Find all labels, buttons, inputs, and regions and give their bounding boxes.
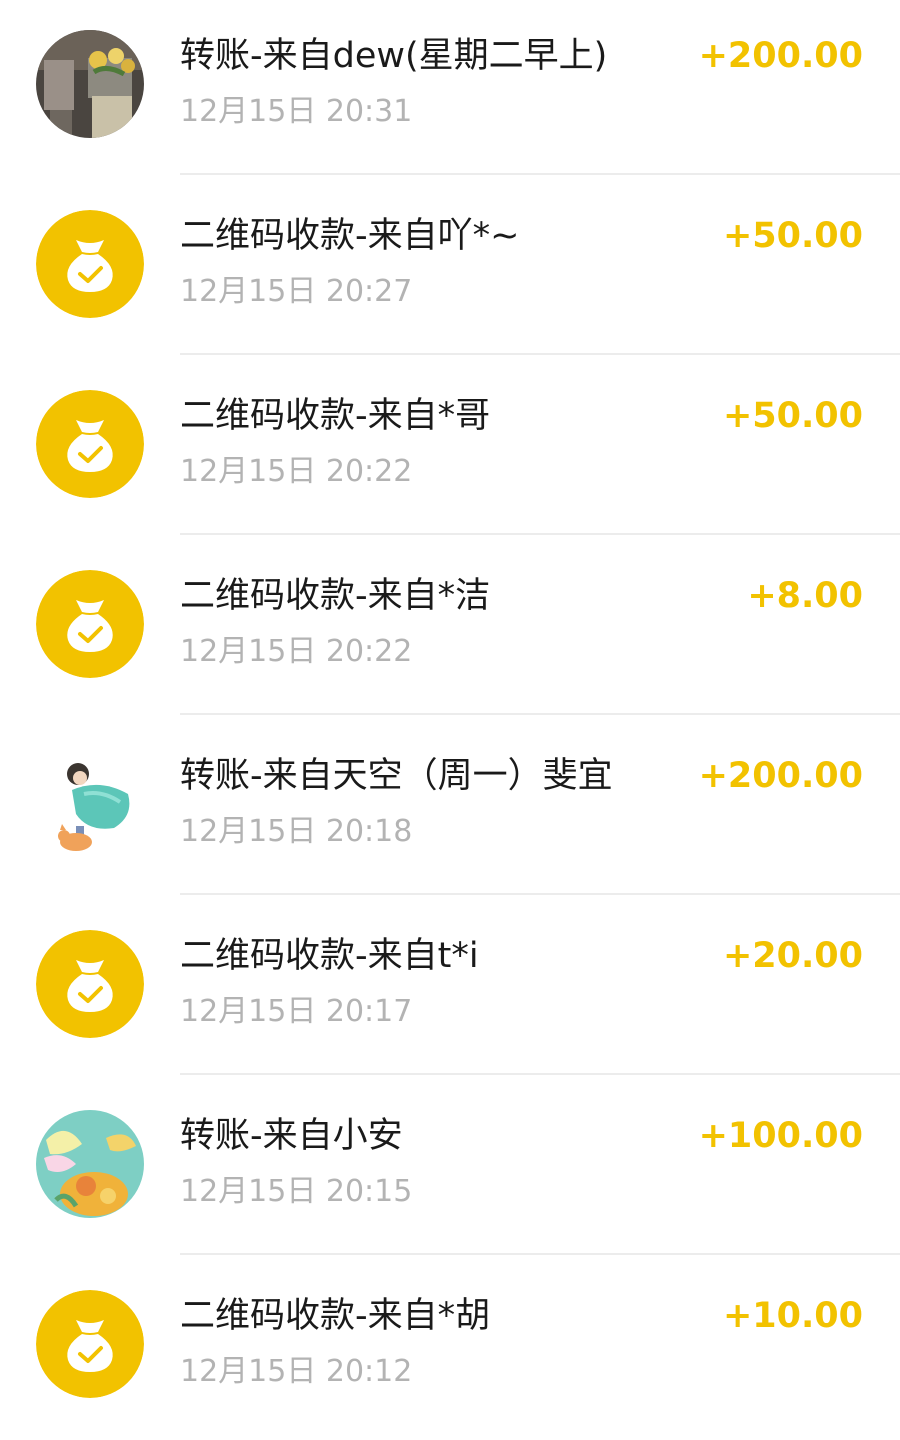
transaction-row[interactable]: 二维码收款-来自吖*~ 12月15日 20:27 +50.00 (0, 180, 900, 360)
transaction-amount: +8.00 (747, 576, 863, 616)
money-bag-check-icon (36, 210, 144, 318)
transaction-row[interactable]: 转账-来自天空（周一）斐宜 12月15日 20:18 +200.00 (0, 720, 900, 900)
avatar-illustration-girl-cat (36, 750, 144, 858)
transaction-amount: +10.00 (722, 1296, 863, 1336)
transaction-title: 转账-来自天空（周一）斐宜 (180, 756, 613, 796)
transaction-time: 12月15日 20:22 (180, 634, 413, 669)
transaction-title: 转账-来自dew(星期二早上) (180, 36, 608, 76)
transaction-time: 12月15日 20:17 (180, 994, 413, 1029)
transaction-row[interactable]: 二维码收款-来自*胡 12月15日 20:12 +10.00 (0, 1260, 900, 1440)
row-divider (180, 1073, 900, 1075)
money-bag-check-icon (36, 930, 144, 1038)
transaction-amount: +20.00 (722, 936, 863, 976)
transaction-title: 二维码收款-来自t*i (180, 936, 479, 976)
transaction-time: 12月15日 20:27 (180, 274, 413, 309)
row-divider (180, 533, 900, 535)
transaction-row[interactable]: 二维码收款-来自*哥 12月15日 20:22 +50.00 (0, 360, 900, 540)
transaction-amount: +100.00 (698, 1116, 863, 1156)
money-bag-check-icon (36, 390, 144, 498)
transaction-time: 12月15日 20:15 (180, 1174, 413, 1209)
money-bag-check-icon (36, 1290, 144, 1398)
transaction-amount: +200.00 (698, 756, 863, 796)
transaction-time: 12月15日 20:31 (180, 94, 413, 129)
transaction-row[interactable]: 转账-来自dew(星期二早上) 12月15日 20:31 +200.00 (0, 0, 900, 180)
row-divider (180, 173, 900, 175)
money-bag-check-icon (36, 570, 144, 678)
avatar-illustration-butterfly (36, 1110, 144, 1218)
transaction-amount: +200.00 (698, 36, 863, 76)
transaction-title: 转账-来自小安 (180, 1116, 403, 1156)
transaction-title: 二维码收款-来自吖*~ (180, 216, 520, 256)
row-divider (180, 353, 900, 355)
transaction-time: 12月15日 20:22 (180, 454, 413, 489)
transaction-time: 12月15日 20:18 (180, 814, 413, 849)
transaction-title: 二维码收款-来自*洁 (180, 576, 491, 616)
transaction-row[interactable]: 二维码收款-来自*洁 12月15日 20:22 +8.00 (0, 540, 900, 720)
transaction-title: 二维码收款-来自*哥 (180, 396, 491, 436)
transaction-row[interactable]: 转账-来自小安 12月15日 20:15 +100.00 (0, 1080, 900, 1260)
transaction-amount: +50.00 (722, 396, 863, 436)
row-divider (180, 893, 900, 895)
transaction-title: 二维码收款-来自*胡 (180, 1296, 491, 1336)
row-divider (180, 713, 900, 715)
row-divider (180, 1253, 900, 1255)
transaction-time: 12月15日 20:12 (180, 1354, 413, 1389)
transaction-row[interactable]: 二维码收款-来自t*i 12月15日 20:17 +20.00 (0, 900, 900, 1080)
avatar-photo-plants (36, 30, 144, 138)
transaction-amount: +50.00 (722, 216, 863, 256)
